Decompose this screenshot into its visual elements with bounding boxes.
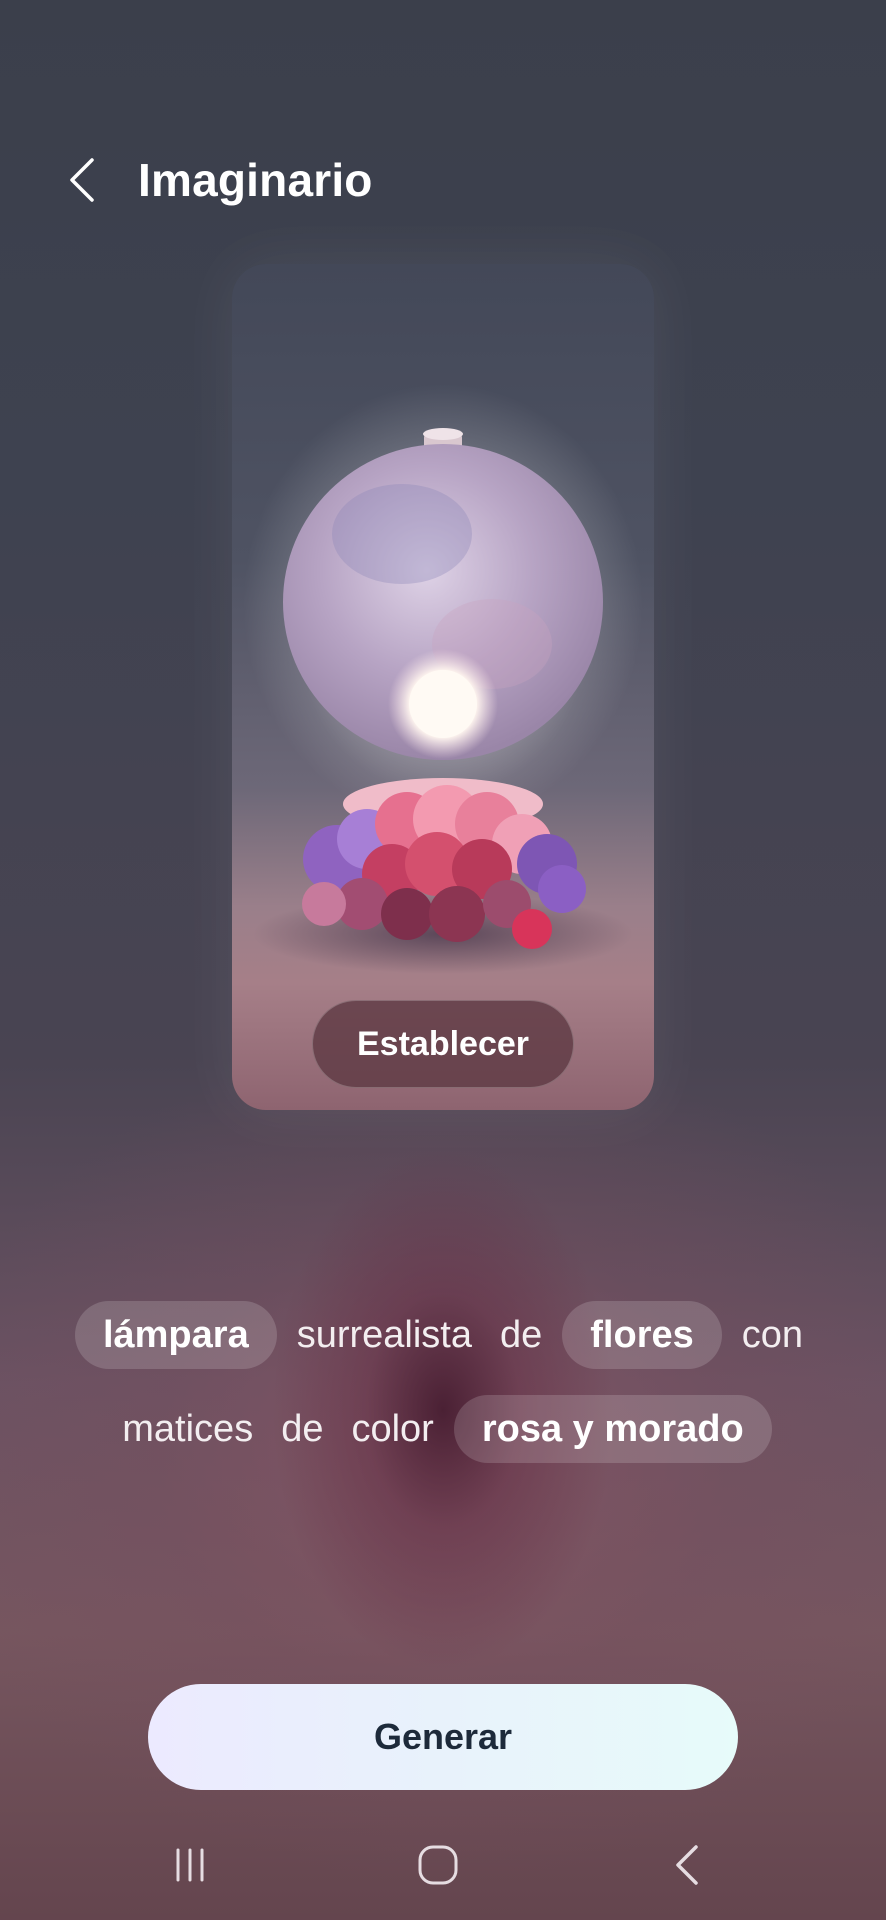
nav-back-button[interactable] <box>642 1830 732 1900</box>
home-button[interactable] <box>393 1830 483 1900</box>
page-title: Imaginario <box>138 154 373 206</box>
prompt-word: de <box>500 1313 543 1356</box>
prompt-line-2: matices de color rosa y morado <box>0 1395 886 1463</box>
header: Imaginario <box>60 140 373 220</box>
back-button[interactable] <box>60 150 104 210</box>
recents-icon <box>176 1848 204 1882</box>
prompt-chip-flores[interactable]: flores <box>562 1301 722 1369</box>
prompt-word: con <box>741 1313 804 1356</box>
prompt-word: matices <box>122 1407 254 1450</box>
prompt-word: surrealista <box>296 1313 472 1356</box>
prompt-chip-rosa-y-morado[interactable]: rosa y morado <box>453 1395 772 1463</box>
set-wallpaper-button[interactable]: Establecer <box>312 1000 574 1088</box>
system-navigation-bar <box>0 1830 886 1900</box>
prompt-chip-lampara[interactable]: lámpara <box>74 1301 277 1369</box>
generate-button[interactable]: Generar <box>148 1684 738 1790</box>
recents-button[interactable] <box>145 1830 235 1900</box>
home-icon <box>418 1845 458 1885</box>
generated-artwork-image <box>243 384 643 974</box>
prompt-line-1: lámpara surrealista de flores con <box>0 1301 886 1369</box>
prompt-word: de <box>281 1407 324 1450</box>
back-icon <box>676 1845 698 1885</box>
wallpaper-preview-card[interactable]: Establecer <box>232 264 654 1110</box>
prompt-word: color <box>351 1407 434 1450</box>
chevron-left-icon <box>70 158 94 202</box>
